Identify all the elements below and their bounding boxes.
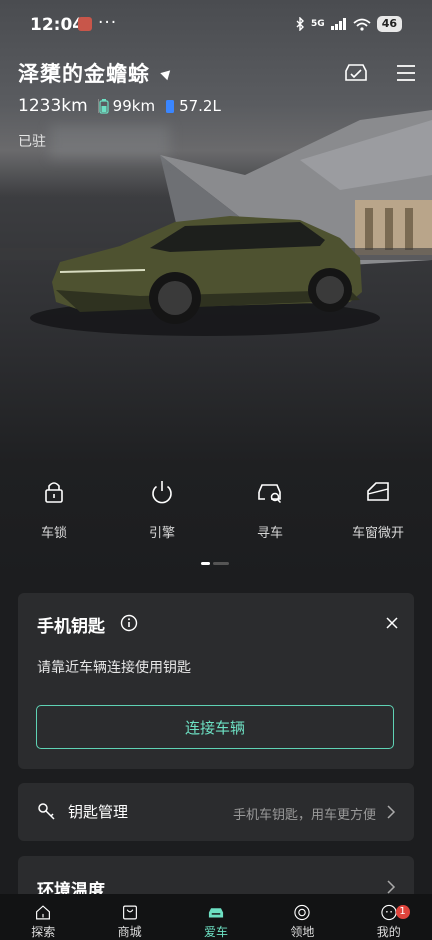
tab-shop[interactable]: 商城 [86, 894, 172, 940]
fuel-icon [166, 99, 175, 113]
window-icon[interactable] [364, 478, 392, 506]
shop-icon[interactable] [118, 904, 142, 921]
chevron-right-icon [387, 805, 396, 819]
page-dot-active [201, 562, 210, 565]
redacted-location [50, 125, 170, 159]
bottom-tab-bar: 探索 商城 爱车 领地 1 我的 [0, 894, 432, 940]
parking-status: 已驻 [18, 134, 46, 150]
info-icon[interactable] [120, 614, 138, 632]
car-selector[interactable]: 泽橥的金蟾蜍 [18, 58, 174, 88]
switch-car-icon[interactable] [160, 66, 174, 80]
status-bar: 12:04 ··· 5G 46 [0, 0, 432, 50]
signal-icon [330, 18, 346, 30]
tab-profile[interactable]: 1 我的 [346, 894, 432, 940]
menu-icon[interactable] [393, 62, 419, 84]
status-time: 12:04 [30, 15, 85, 35]
status-icons: 5G 46 [295, 16, 402, 32]
control-label: 车窗微开 [351, 526, 404, 541]
tab-label: 商城 [117, 925, 142, 939]
quick-controls: 车锁 引擎 寻车 车窗微开 [0, 478, 432, 541]
close-icon[interactable] [386, 617, 398, 629]
chevron-right-icon [387, 880, 396, 894]
car-name[interactable]: 泽橥的金蟾蜍 [18, 58, 150, 88]
tab-label: 领地 [290, 925, 315, 939]
page-indicator [201, 562, 229, 565]
phone-key-card: 手机钥匙 请靠近车辆连接使用钥匙 连接车辆 [18, 593, 414, 769]
tab-explore[interactable]: 探索 [0, 894, 86, 940]
fuel-level: 57.2L [179, 97, 221, 115]
control-find-car[interactable]: 寻车 [216, 478, 324, 541]
electric-range: 99km [112, 97, 156, 115]
phone-key-title: 手机钥匙 [37, 617, 105, 637]
key-management-label: 钥匙管理 [68, 803, 129, 821]
home-icon[interactable] [31, 904, 55, 921]
total-range: 1233km [18, 96, 88, 116]
control-window[interactable]: 车窗微开 [324, 478, 432, 541]
battery-level: 46 [376, 16, 402, 32]
battery-charge-icon [99, 98, 109, 114]
tab-label: 探索 [31, 925, 56, 939]
app-notification-icon [78, 17, 92, 31]
control-lock[interactable]: 车锁 [0, 478, 108, 541]
community-icon[interactable] [290, 904, 314, 921]
key-management-hint: 手机车钥匙，用车更方便 [232, 808, 376, 823]
tab-label: 爱车 [203, 925, 228, 939]
tab-community[interactable]: 领地 [259, 894, 345, 940]
electric-range-stat: 99km [99, 97, 155, 115]
key-icon [38, 803, 55, 820]
status-more-dots: ··· [98, 13, 118, 33]
bluetooth-icon [296, 17, 305, 31]
page-dot [213, 562, 229, 565]
car-icon[interactable] [204, 904, 228, 921]
lock-icon[interactable] [40, 478, 68, 506]
key-management-row[interactable]: 钥匙管理 手机车钥匙，用车更方便 [18, 783, 414, 841]
control-label: 引擎 [148, 526, 175, 541]
fuel-stat: 57.2L [165, 97, 221, 115]
range-stats: 1233km 99km 57.2L [18, 96, 221, 116]
power-icon[interactable] [148, 478, 176, 506]
find-car-icon[interactable] [256, 478, 284, 506]
notification-badge: 1 [395, 905, 410, 919]
control-label: 车锁 [40, 526, 67, 541]
tab-label: 我的 [376, 925, 401, 939]
control-label: 寻车 [256, 526, 283, 541]
connect-vehicle-button[interactable]: 连接车辆 [36, 705, 394, 749]
network-type: 5G [311, 19, 325, 29]
wifi-icon [353, 18, 371, 31]
tab-my-car[interactable]: 爱车 [173, 894, 259, 940]
phone-key-description: 请靠近车辆连接使用钥匙 [37, 660, 191, 676]
control-engine[interactable]: 引擎 [108, 478, 216, 541]
car-health-icon[interactable] [343, 62, 369, 84]
